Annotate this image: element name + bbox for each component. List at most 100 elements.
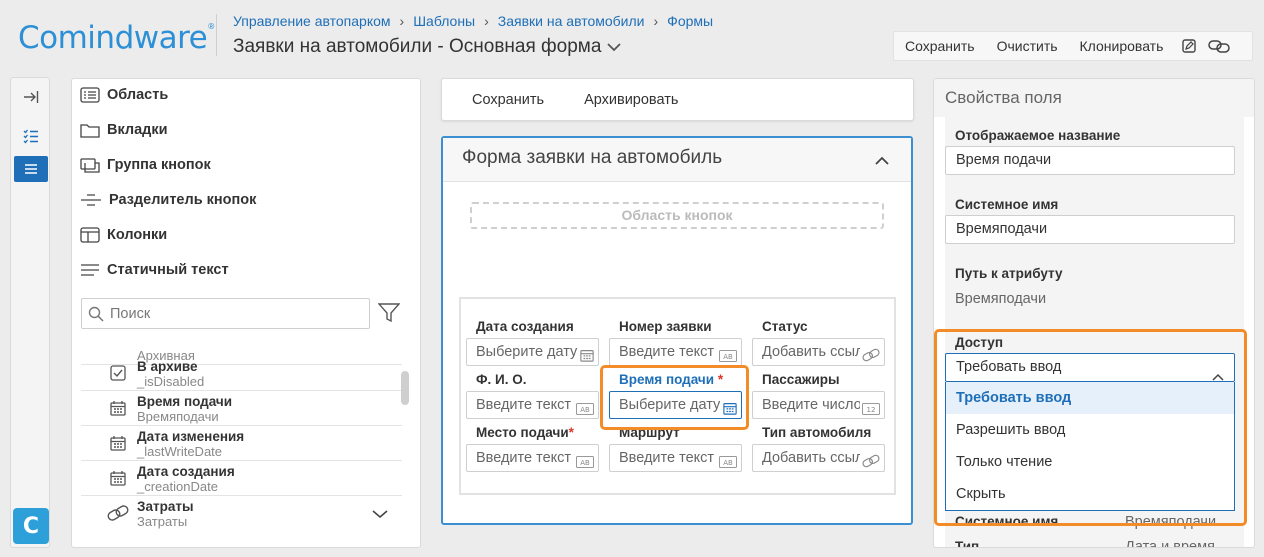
list-item[interactable]: В архиве _isDisabled — [81, 356, 402, 391]
component-area[interactable]: Область — [80, 87, 168, 103]
form-save-button[interactable]: Сохранить — [442, 92, 554, 108]
highlight-frame — [600, 365, 749, 430]
number-icon: 12 — [860, 398, 880, 418]
component-columns[interactable]: Колонки — [80, 227, 167, 243]
chevron-down-icon — [607, 43, 622, 52]
breadcrumb-separator: › — [399, 13, 405, 29]
page-title[interactable]: Заявки на автомобили - Основная форма — [233, 36, 622, 58]
calendar-icon — [578, 345, 594, 365]
header-divider — [216, 14, 217, 56]
component-label: Группа кнопок — [107, 157, 211, 173]
property-value: Дата и время — [1125, 539, 1215, 548]
system-name-label: Системное имя — [955, 197, 1059, 212]
checkbox-icon — [110, 365, 126, 384]
system-name-input[interactable]: Времяподачи — [945, 215, 1235, 244]
form-archive-button[interactable]: Архивировать — [554, 92, 688, 108]
area-icon — [80, 87, 100, 103]
link-input[interactable]: Добавить ссылку — [752, 338, 885, 366]
input-placeholder: Введите текст — [619, 450, 715, 466]
header-clear-button[interactable]: Очистить — [986, 38, 1069, 54]
chevron-down-icon[interactable] — [372, 506, 388, 522]
form-title: Форма заявки на автомобиль — [462, 147, 723, 168]
list-item[interactable]: Дата изменения _lastWriteDate — [81, 426, 402, 461]
button-area-placeholder[interactable]: Область кнопок — [470, 202, 884, 229]
collapse-panel-icon[interactable] — [14, 84, 48, 110]
text-icon: AB — [717, 345, 737, 365]
attribute-name: Время подачи — [137, 394, 233, 409]
input-placeholder: Введите текст — [476, 397, 572, 413]
field-label: Номер заявки — [619, 319, 712, 334]
breadcrumb-item[interactable]: Заявки на автомобили — [498, 13, 645, 29]
component-label: Разделитель кнопок — [109, 192, 257, 208]
separator-icon — [81, 194, 101, 206]
link-icon[interactable] — [1204, 38, 1234, 54]
component-search-input[interactable]: Поиск — [81, 298, 370, 329]
checklist-icon[interactable] — [14, 123, 48, 149]
breadcrumb: Управление автопарком › Шаблоны › Заявки… — [233, 13, 713, 29]
breadcrumb-separator: › — [653, 13, 659, 29]
properties-header: Свойства поля — [934, 79, 1254, 117]
attribute-sysname: Времяподачи — [137, 409, 219, 424]
text-input[interactable]: Введите текст AB — [609, 338, 742, 366]
component-button-separator[interactable]: Разделитель кнопок — [80, 192, 256, 208]
scrollbar-thumb[interactable] — [401, 371, 409, 405]
list-item[interactable]: Дата создания _creationDate — [81, 461, 402, 496]
breadcrumb-item[interactable]: Формы — [667, 13, 713, 29]
list-icon[interactable] — [14, 156, 48, 182]
breadcrumb-item[interactable]: Шаблоны — [413, 13, 475, 29]
calendar-icon — [110, 400, 126, 419]
svg-text:12: 12 — [867, 406, 876, 414]
field-label: Место подачи* — [476, 425, 574, 440]
svg-text:AB: AB — [580, 459, 590, 467]
attribute-list: Архивная В архиве _isDisabled Время пода… — [81, 350, 402, 535]
input-placeholder: Выберите дату — [476, 344, 578, 360]
field-label: Тип автомобиля — [762, 425, 872, 440]
display-name-label: Отображаемое название — [955, 128, 1121, 143]
columns-icon — [80, 227, 100, 243]
list-item[interactable]: Время подачи Времяподачи — [81, 391, 402, 426]
attribute-sysname: _lastWriteDate — [137, 444, 223, 459]
property-label: Тип — [955, 539, 980, 548]
text-input[interactable]: Введите текст AB — [466, 391, 599, 419]
component-tabs[interactable]: Вкладки — [80, 122, 168, 138]
folder-icon — [80, 124, 100, 138]
attribute-name: В архиве — [137, 359, 198, 374]
link-icon — [860, 451, 880, 471]
form-header: Форма заявки на автомобиль — [443, 138, 911, 182]
number-input[interactable]: Введите число 12 — [752, 391, 885, 419]
filter-icon[interactable] — [377, 303, 401, 326]
form-card[interactable]: Форма заявки на автомобиль Область кнопо… — [441, 136, 913, 525]
svg-text:AB: AB — [580, 406, 590, 414]
link-icon — [860, 345, 880, 365]
component-label: Статичный текст — [107, 262, 229, 278]
text-input[interactable]: Введите текст AB — [609, 444, 742, 472]
link-input[interactable]: Добавить ссылку — [752, 444, 885, 472]
input-placeholder: Введите текст — [476, 450, 572, 466]
breadcrumb-item[interactable]: Управление автопарком — [233, 13, 391, 29]
text-icon: AB — [574, 398, 594, 418]
button-group-icon — [80, 158, 100, 173]
chevron-up-icon[interactable] — [875, 153, 889, 169]
text-lines-icon — [81, 264, 99, 276]
field-label: Дата создания — [476, 319, 574, 334]
text-icon: AB — [574, 451, 594, 471]
search-placeholder: Поиск — [110, 305, 151, 322]
display-name-input[interactable]: Время подачи — [945, 146, 1235, 175]
list-item[interactable]: Затраты Затраты — [81, 496, 402, 531]
breadcrumb-separator: › — [484, 13, 489, 29]
edit-icon[interactable] — [1174, 38, 1204, 54]
component-button-group[interactable]: Группа кнопок — [80, 157, 211, 173]
field-label: Статус — [762, 319, 808, 334]
component-static-text[interactable]: Статичный текст — [80, 262, 229, 278]
attribute-sysname: Затраты — [137, 514, 188, 529]
highlight-frame — [934, 329, 1247, 526]
svg-text:AB: AB — [723, 459, 733, 467]
header-save-button[interactable]: Сохранить — [894, 38, 986, 54]
date-input[interactable]: Выберите дату — [466, 338, 599, 366]
comindware-logo[interactable]: Comindware® — [18, 20, 215, 56]
input-placeholder: Введите число — [762, 397, 862, 413]
app-logo-icon[interactable]: C — [13, 508, 49, 544]
header-clone-button[interactable]: Клонировать — [1069, 38, 1175, 54]
text-input[interactable]: Введите текст AB — [466, 444, 599, 472]
input-placeholder: Введите текст — [619, 344, 715, 360]
